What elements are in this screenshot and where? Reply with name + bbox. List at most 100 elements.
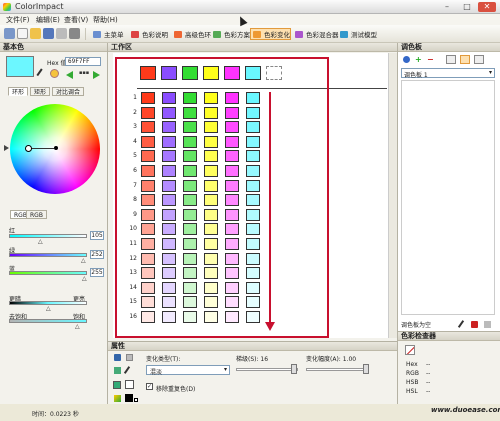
steps-slider[interactable] bbox=[236, 368, 298, 371]
analyzer-rgb-label: RGB bbox=[406, 370, 419, 377]
vertical-scrollbar[interactable] bbox=[388, 53, 397, 338]
blue-slider[interactable] bbox=[9, 271, 87, 275]
green-value[interactable]: 252 bbox=[90, 250, 104, 259]
fill-bucket-icon[interactable] bbox=[113, 381, 121, 389]
tab-label: 色彩变化 bbox=[264, 31, 290, 39]
save-icon[interactable] bbox=[43, 28, 54, 39]
analyzer-swatch bbox=[405, 345, 415, 355]
info-icon[interactable] bbox=[403, 56, 410, 63]
toolbar: 主菜单 色彩说明 高级色环 色彩方案 色彩变化 色彩混合器 测试模型 bbox=[0, 25, 500, 43]
swap-icon[interactable]: ▪▪▪ bbox=[79, 70, 89, 76]
current-color-swatch[interactable] bbox=[6, 56, 34, 77]
hex-input[interactable]: 69F7FF bbox=[65, 57, 101, 66]
annotation-frame bbox=[115, 57, 329, 338]
title-bar: ColorImpact – □ ✕ bbox=[0, 0, 500, 14]
analyzer-hsl-value: -- bbox=[426, 388, 431, 395]
green-slider[interactable] bbox=[9, 253, 87, 257]
close-button[interactable]: ✕ bbox=[478, 2, 496, 12]
maximize-button[interactable]: □ bbox=[458, 2, 476, 12]
red-value[interactable]: 105 bbox=[90, 231, 104, 240]
swatch-small[interactable] bbox=[126, 354, 133, 361]
analyzer-header: 色彩检查器 bbox=[398, 332, 500, 341]
grid-view-icon[interactable] bbox=[474, 55, 484, 64]
menu-file[interactable]: 文件(F) bbox=[6, 15, 30, 25]
watermark: www.duoease.com bbox=[431, 406, 500, 414]
add-icon[interactable]: + bbox=[415, 55, 422, 64]
background-color-swatch[interactable] bbox=[125, 380, 134, 389]
tab-test-model[interactable]: 测试模型 bbox=[337, 28, 378, 40]
palette-select[interactable]: 调色板 1 ▾ bbox=[401, 68, 495, 79]
tab-label: 主菜单 bbox=[104, 31, 124, 39]
tab-rectangle[interactable]: 矩形 bbox=[30, 87, 51, 96]
export-icon[interactable] bbox=[69, 28, 80, 39]
foreground-color-swatch[interactable] bbox=[125, 394, 133, 402]
red-slider-thumb[interactable]: △ bbox=[38, 238, 43, 245]
chevron-down-icon: ▾ bbox=[488, 69, 492, 76]
scheme-icon bbox=[213, 31, 221, 38]
chevron-down-icon: ▾ bbox=[223, 366, 227, 373]
annotation-arrow-head bbox=[265, 322, 275, 331]
analyzer-rgb-value: -- bbox=[426, 370, 431, 377]
menu-help[interactable]: 帮助(H) bbox=[93, 15, 118, 25]
render-time: 时间：0.0223 秒 bbox=[32, 411, 79, 418]
tab-color-schemes[interactable]: 色彩方案 bbox=[210, 28, 251, 40]
remove-duplicates-label: 移除重复色(D) bbox=[156, 386, 196, 393]
red-slider[interactable] bbox=[9, 234, 87, 238]
palette-empty-label: 调色板为空 bbox=[401, 322, 432, 329]
menu-edit[interactable]: 编辑(E) bbox=[36, 15, 60, 25]
color-wheel-icon bbox=[174, 31, 182, 38]
saturation-slider-thumb[interactable]: △ bbox=[75, 323, 80, 330]
opacity-slider-thumb[interactable] bbox=[363, 364, 369, 374]
delete-icon[interactable] bbox=[471, 321, 478, 328]
green-slider-thumb[interactable]: △ bbox=[81, 257, 86, 264]
print-icon[interactable] bbox=[56, 28, 67, 39]
analyzer-hex-label: Hex bbox=[406, 361, 418, 368]
settings-icon[interactable] bbox=[4, 28, 15, 39]
save-icon[interactable] bbox=[114, 354, 121, 361]
arrow-right-icon[interactable] bbox=[93, 71, 100, 79]
status-bar: 时间：0.0223 秒 bbox=[0, 404, 108, 421]
menu-view[interactable]: 查看(V) bbox=[64, 15, 88, 25]
palette-header: 调色板 bbox=[398, 43, 500, 52]
tab-color-variations[interactable]: 色彩变化 bbox=[250, 28, 291, 40]
tab-contrast[interactable]: 对比调合 bbox=[52, 87, 85, 96]
smiley-icon[interactable] bbox=[50, 69, 59, 78]
blue-slider-thumb[interactable]: △ bbox=[82, 275, 87, 282]
properties-header: 属性 bbox=[108, 342, 397, 351]
wheel-handle[interactable] bbox=[25, 145, 32, 152]
tab-label: 色彩混合器 bbox=[306, 31, 339, 39]
opacity-slider[interactable] bbox=[306, 368, 368, 371]
remove-duplicates-checkbox[interactable]: ✓ bbox=[146, 383, 153, 390]
foreground-small-swatch[interactable] bbox=[134, 398, 138, 402]
remove-icon[interactable]: − bbox=[427, 55, 434, 64]
open-folder-icon[interactable] bbox=[30, 28, 41, 39]
lock-icon[interactable] bbox=[114, 367, 121, 374]
wheel-center-dot bbox=[54, 146, 58, 150]
left-panel: 基本色 bbox=[0, 43, 108, 404]
tab-wheel[interactable]: 环形 bbox=[8, 87, 29, 96]
steps-slider-thumb[interactable] bbox=[291, 364, 297, 374]
tab-hsb[interactable]: RGB bbox=[26, 210, 47, 219]
main-menu-icon bbox=[93, 31, 101, 38]
variation-type-select[interactable]: 混淡 ▾ bbox=[146, 365, 230, 376]
tab-advanced-wheel[interactable]: 高级色环 bbox=[171, 28, 212, 40]
analyzer-hsb-value: -- bbox=[426, 379, 431, 386]
trash-icon[interactable] bbox=[484, 321, 491, 328]
palette-list[interactable] bbox=[401, 80, 495, 315]
arrow-left-icon[interactable] bbox=[66, 71, 73, 79]
tab-color-info[interactable]: 色彩说明 bbox=[128, 28, 169, 40]
brightness-slider-thumb[interactable]: △ bbox=[46, 305, 51, 312]
new-file-icon[interactable] bbox=[17, 28, 28, 39]
tab-label: 高级色环 bbox=[185, 31, 211, 39]
mixer-icon bbox=[295, 31, 303, 38]
tab-main-menu[interactable]: 主菜单 bbox=[90, 28, 125, 40]
tab-label: 色彩方案 bbox=[224, 31, 250, 39]
blue-value[interactable]: 255 bbox=[90, 268, 104, 277]
pencil-icon[interactable] bbox=[114, 395, 121, 402]
list-view-icon[interactable] bbox=[446, 55, 456, 64]
tab-color-mixer[interactable]: 色彩混合器 bbox=[292, 28, 340, 40]
color-info-icon bbox=[131, 31, 139, 38]
variation-type-value: 混淡 bbox=[150, 369, 163, 376]
minimize-button[interactable]: – bbox=[438, 2, 456, 12]
detail-view-icon[interactable] bbox=[460, 55, 470, 64]
